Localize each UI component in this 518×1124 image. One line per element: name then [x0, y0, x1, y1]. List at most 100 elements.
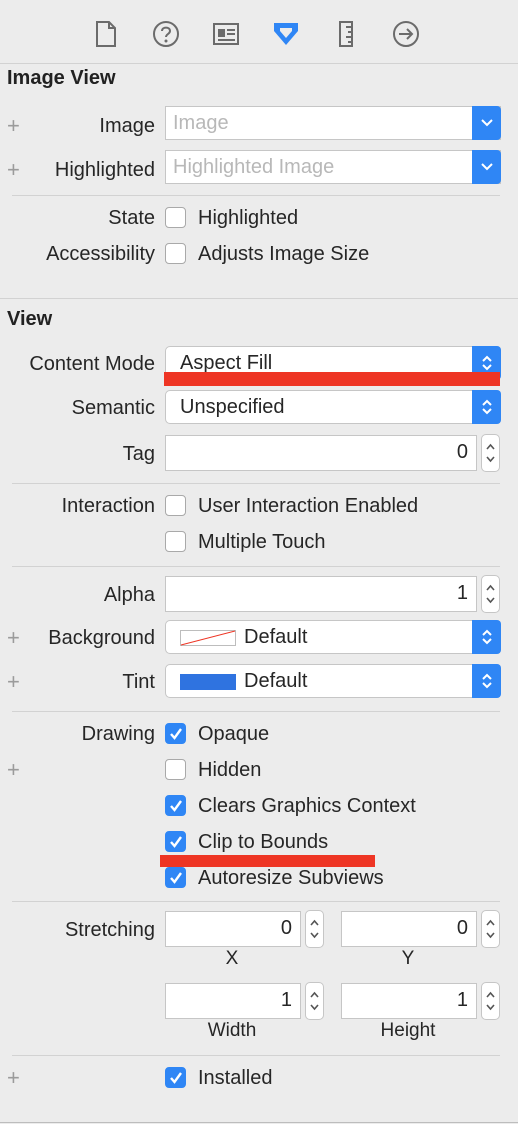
opaque-checkbox[interactable]	[165, 723, 186, 744]
adjusts-image-size-label: Adjusts Image Size	[198, 243, 370, 265]
adjusts-image-size-checkbox[interactable]	[165, 243, 186, 264]
installed-label: Installed	[198, 1067, 273, 1089]
stretching-x-stepper[interactable]	[305, 910, 324, 948]
multiple-touch-checkbox[interactable]	[165, 531, 186, 552]
stretching-height-value: 1	[456, 989, 468, 1011]
opaque-label: Opaque	[198, 723, 270, 745]
checkmark-icon	[170, 836, 182, 848]
alpha-label: Alpha	[103, 584, 155, 606]
checkmark-icon	[170, 1072, 182, 1084]
user-interaction-label: User Interaction Enabled	[198, 495, 419, 517]
installed-checkbox[interactable]	[165, 1067, 186, 1088]
tint-add-variation-button[interactable]: +	[7, 671, 20, 693]
identity-icon[interactable]	[206, 14, 246, 54]
checkmark-icon	[170, 800, 182, 812]
up-down-chevron-icon	[481, 355, 492, 371]
tag-value: 0	[456, 441, 468, 463]
checkmark-icon	[170, 872, 182, 884]
semantic-popup[interactable]: Unspecified	[165, 390, 501, 424]
stretching-height-stepper[interactable]	[481, 982, 500, 1020]
divider	[12, 901, 500, 902]
stretching-width-caption: Width	[207, 1020, 257, 1041]
autoresize-subviews-checkbox[interactable]	[165, 867, 186, 888]
tint-value: Default	[244, 670, 308, 692]
up-down-chevron-icon	[481, 673, 492, 689]
file-icon[interactable]	[86, 14, 126, 54]
stretching-y-caption: Y	[401, 948, 415, 969]
alpha-value: 1	[456, 582, 468, 604]
user-interaction-checkbox[interactable]	[165, 495, 186, 516]
toolbar-divider	[0, 63, 518, 64]
clears-graphics-context-checkbox[interactable]	[165, 795, 186, 816]
chevron-down-icon	[480, 119, 493, 127]
red-annotation-underline	[164, 372, 500, 386]
stretching-height-caption: Height	[380, 1020, 436, 1041]
stretching-x-caption: X	[225, 948, 239, 969]
chevron-down-icon	[480, 163, 493, 171]
highlighted-label: Highlighted	[54, 159, 155, 181]
divider	[12, 1055, 500, 1056]
accessibility-label: Accessibility	[46, 243, 155, 265]
clip-to-bounds-label: Clip to Bounds	[198, 831, 329, 853]
help-icon[interactable]	[146, 14, 186, 54]
clears-graphics-context-label: Clears Graphics Context	[198, 795, 416, 817]
highlighted-dropdown-button[interactable]	[472, 150, 501, 184]
divider	[12, 711, 500, 712]
clip-to-bounds-checkbox[interactable]	[165, 831, 186, 852]
tag-stepper[interactable]	[481, 434, 500, 472]
stretching-y-field[interactable]: 0	[341, 911, 477, 947]
background-stepper-button[interactable]	[472, 620, 501, 654]
interaction-label: Interaction	[61, 495, 155, 517]
stretching-x-field[interactable]: 0	[165, 911, 301, 947]
highlighted-add-variation-button[interactable]: +	[7, 159, 20, 181]
semantic-label: Semantic	[71, 397, 155, 419]
image-label: Image	[99, 115, 155, 137]
tint-color-popup[interactable]: Default	[165, 664, 501, 698]
stepper-arrows-icon	[310, 919, 319, 939]
multiple-touch-label: Multiple Touch	[198, 531, 326, 553]
highlighted-image-combo-box[interactable]: Highlighted Image	[165, 150, 501, 184]
stepper-arrows-icon	[486, 919, 495, 939]
image-combo-box[interactable]: Image	[165, 106, 501, 140]
state-label: State	[108, 207, 155, 229]
stepper-arrows-icon	[486, 991, 495, 1011]
hidden-label: Hidden	[198, 759, 262, 781]
image-add-variation-button[interactable]: +	[7, 115, 20, 137]
hidden-add-variation-button[interactable]: +	[7, 759, 20, 781]
highlighted-field-placeholder: Highlighted Image	[173, 156, 335, 178]
highlighted-checkbox[interactable]	[165, 207, 186, 228]
bottom-edge	[0, 1122, 518, 1123]
red-annotation-underline	[160, 855, 375, 867]
checkmark-icon	[170, 728, 182, 740]
attributes-icon[interactable]	[266, 14, 306, 54]
highlighted-checkbox-label: Highlighted	[198, 207, 299, 229]
background-label: Background	[48, 627, 155, 649]
stretching-width-stepper[interactable]	[305, 982, 324, 1020]
stretching-width-field[interactable]: 1	[165, 983, 301, 1019]
tag-field[interactable]: 0	[165, 435, 477, 471]
alpha-field[interactable]: 1	[165, 576, 477, 612]
background-add-variation-button[interactable]: +	[7, 627, 20, 649]
background-color-popup[interactable]: Default	[165, 620, 501, 654]
stretching-width-value: 1	[280, 989, 292, 1011]
connections-icon[interactable]	[386, 14, 426, 54]
content-mode-label: Content Mode	[29, 353, 155, 375]
ruler-icon[interactable]	[326, 14, 366, 54]
semantic-stepper-button[interactable]	[472, 390, 501, 424]
installed-add-variation-button[interactable]: +	[7, 1067, 20, 1089]
up-down-chevron-icon	[481, 399, 492, 415]
image-view-section-title: Image View	[7, 67, 116, 89]
tint-stepper-button[interactable]	[472, 664, 501, 698]
stretching-y-stepper[interactable]	[481, 910, 500, 948]
image-dropdown-button[interactable]	[472, 106, 501, 140]
stepper-arrows-icon	[486, 443, 495, 463]
divider	[12, 195, 500, 196]
autoresize-subviews-label: Autoresize Subviews	[198, 867, 384, 889]
tag-label: Tag	[122, 443, 155, 465]
stretching-height-field[interactable]: 1	[341, 983, 477, 1019]
alpha-stepper[interactable]	[481, 575, 500, 613]
divider	[12, 566, 500, 567]
section-divider	[0, 298, 518, 299]
no-color-swatch-icon	[180, 630, 236, 646]
hidden-checkbox[interactable]	[165, 759, 186, 780]
